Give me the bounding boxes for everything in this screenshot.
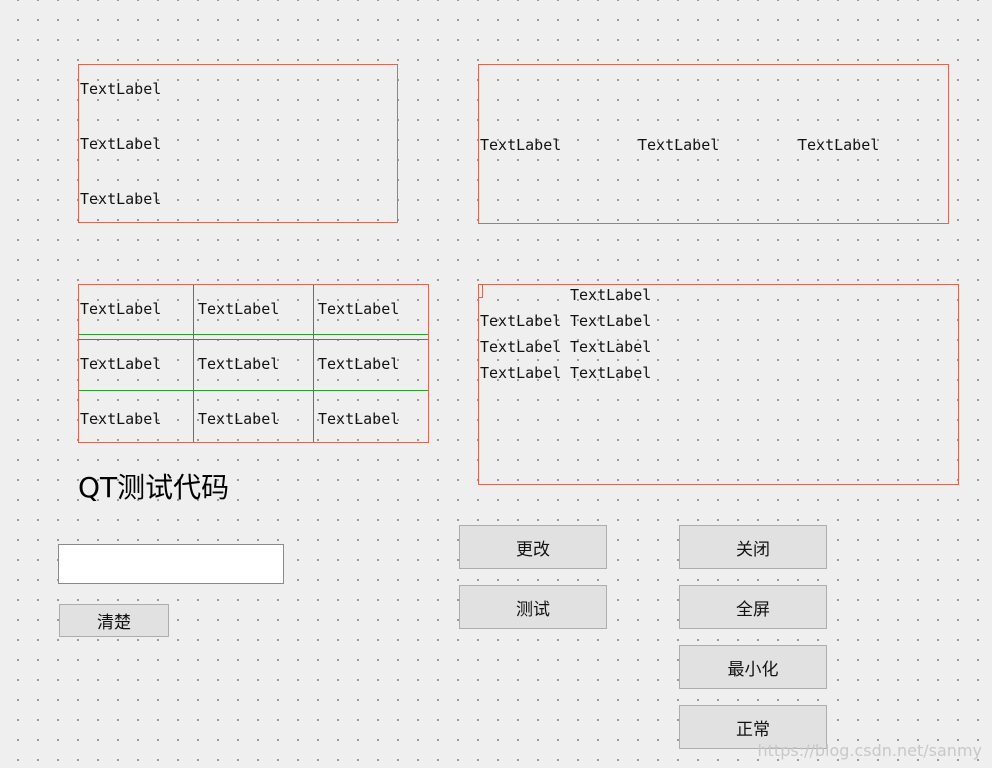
grid-divider-h1 bbox=[79, 334, 428, 335]
form-row-label: TextLabel bbox=[480, 364, 562, 382]
hbox-label-2: TextLabel bbox=[638, 136, 720, 154]
form-row-label: TextLabel bbox=[480, 338, 562, 356]
page-title: QT测试代码 bbox=[78, 471, 230, 504]
grid-cell: TextLabel bbox=[198, 300, 280, 318]
change-button[interactable]: 更改 bbox=[459, 525, 607, 569]
grid-cell: TextLabel bbox=[80, 355, 162, 373]
test-button[interactable]: 测试 bbox=[459, 585, 607, 629]
hbox-label-1: TextLabel bbox=[480, 136, 562, 154]
watermark-text: https://blog.csdn.net/sanmy bbox=[757, 741, 982, 760]
fullscreen-button[interactable]: 全屏 bbox=[679, 585, 827, 629]
grid-cell: TextLabel bbox=[318, 410, 400, 428]
grid-divider-v2 bbox=[313, 285, 314, 442]
vbox-label-1: TextLabel bbox=[80, 80, 162, 98]
form-row-field: TextLabel bbox=[570, 312, 652, 330]
vbox-label-2: TextLabel bbox=[80, 135, 162, 153]
grid-cell: TextLabel bbox=[198, 410, 280, 428]
vbox-label-3: TextLabel bbox=[80, 190, 162, 208]
text-input[interactable] bbox=[58, 544, 284, 584]
close-button[interactable]: 关闭 bbox=[679, 525, 827, 569]
grid-cell: TextLabel bbox=[198, 355, 280, 373]
minimize-button[interactable]: 最小化 bbox=[679, 645, 827, 689]
grid-divider-h1b bbox=[79, 339, 428, 340]
form-header-label: TextLabel bbox=[570, 286, 652, 304]
grid-cell: TextLabel bbox=[318, 300, 400, 318]
grid-cell: TextLabel bbox=[318, 355, 400, 373]
form-row-label: TextLabel bbox=[480, 312, 562, 330]
form-corner-marker bbox=[478, 284, 483, 298]
grid-cell: TextLabel bbox=[80, 410, 162, 428]
grid-divider-h2 bbox=[79, 390, 428, 391]
form-row-field: TextLabel bbox=[570, 364, 652, 382]
hbox-label-3: TextLabel bbox=[798, 136, 880, 154]
form-row-field: TextLabel bbox=[570, 338, 652, 356]
clear-button[interactable]: 清楚 bbox=[59, 604, 169, 637]
grid-divider-v1 bbox=[193, 285, 194, 442]
grid-cell: TextLabel bbox=[80, 300, 162, 318]
